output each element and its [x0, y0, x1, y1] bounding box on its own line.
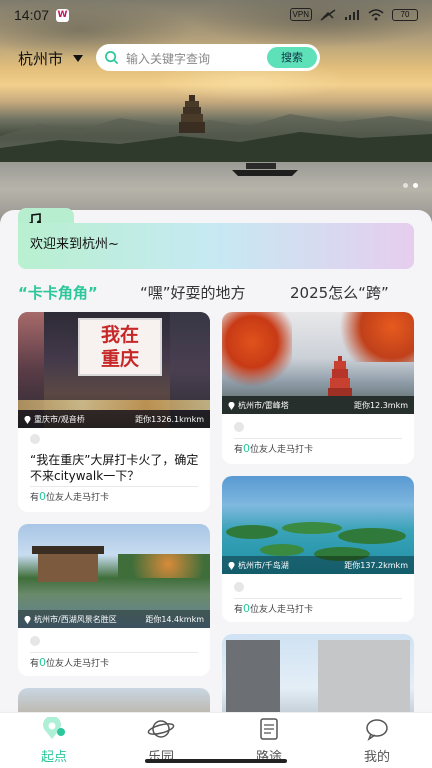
checkin-count: 有0位友人走马打卡	[30, 656, 110, 669]
home-indicator[interactable]	[145, 759, 287, 763]
location-bar: 杭州市/千岛湖 距你137.2kmkm	[222, 556, 414, 574]
carousel-indicator[interactable]	[403, 183, 418, 188]
location-bar: 重庆市/观音桥 距你1326.1kmkm	[18, 410, 210, 428]
nav-item-journey[interactable]: 路途	[229, 717, 309, 765]
hero-banner[interactable]	[0, 0, 432, 230]
location-bar: 杭州市/雷峰塔 距你12.3mkm	[222, 396, 414, 414]
tab-kaka-jiaojiao[interactable]: “卡卡角角”	[18, 282, 98, 303]
city-label: 杭州市	[18, 50, 64, 68]
nav-label: 我的	[363, 750, 390, 765]
carousel-dot-active[interactable]	[413, 183, 418, 188]
post-card-chongqing[interactable]: 我在 重庆 重庆市/观音桥 距你1326.1kmkm “我在重庆”大屏打卡火了，…	[18, 312, 210, 512]
nav-item-start[interactable]: 起点	[14, 715, 94, 765]
avatar	[30, 636, 40, 646]
mountain-silhouette	[0, 114, 432, 166]
location-name: 重庆市/观音桥	[34, 415, 85, 424]
checkin-count: 有0位友人走马打卡	[234, 442, 314, 455]
nav-item-park[interactable]: 乐园	[121, 717, 201, 765]
card-image: 杭州市/雷峰塔 距你12.3mkm	[222, 312, 414, 414]
search-icon	[105, 51, 119, 65]
distance: 距你12.3mkm	[353, 401, 408, 410]
nav-label: 起点	[40, 750, 67, 765]
card-image: 我在 重庆 重庆市/观音桥 距你1326.1kmkm	[18, 312, 210, 428]
card-image	[222, 634, 414, 724]
planet-icon	[147, 720, 175, 738]
city-selector[interactable]: 杭州市	[18, 48, 84, 69]
boat-icon	[232, 163, 298, 176]
avatar	[234, 582, 244, 592]
card-image: 杭州市/西湖风景名胜区 距你14.4kmkm	[18, 524, 210, 628]
tab-new-year-2025[interactable]: 2025怎么“跨”	[290, 282, 389, 303]
welcome-text: 欢迎来到杭州~	[30, 237, 119, 252]
tab-fun-places[interactable]: “嘿”好耍的地方	[140, 282, 246, 303]
notebook-icon	[260, 718, 278, 740]
location-pin-icon	[24, 415, 31, 424]
location-pin-icon	[24, 615, 31, 624]
location-name: 杭州市/千岛湖	[238, 561, 289, 570]
divider	[234, 438, 402, 439]
pin-icon	[43, 715, 65, 739]
divider	[234, 598, 402, 599]
pagoda-icon	[328, 356, 352, 400]
post-card-west-lake[interactable]: 杭州市/西湖风景名胜区 距你14.4kmkm 有0位友人走马打卡	[18, 524, 210, 676]
distance: 距你14.4kmkm	[145, 615, 204, 624]
location-name: 杭州市/西湖风景名胜区	[34, 615, 117, 624]
signal-icon	[320, 8, 336, 21]
post-card-qiandao-lake[interactable]: 杭州市/千岛湖 距你137.2kmkm 有0位友人走马打卡	[222, 476, 414, 622]
welcome-banner[interactable]: 欢迎来到杭州~	[18, 223, 414, 269]
category-tabs: “卡卡角角” “嘿”好耍的地方 2025怎么“跨”	[18, 282, 418, 306]
location-pin-icon	[228, 561, 235, 570]
clock: 14:07	[14, 7, 50, 23]
vpn-badge: VPN	[289, 8, 312, 21]
nav-item-me[interactable]: 我的	[337, 717, 417, 765]
location-bar: 杭州市/西湖风景名胜区 距你14.4kmkm	[18, 610, 210, 628]
sign-billboard: 我在 重庆	[78, 318, 162, 376]
checkin-count: 有0位友人走马打卡	[234, 602, 314, 615]
post-card-partial[interactable]	[222, 634, 414, 724]
checkin-count: 有0位友人走马打卡	[30, 490, 110, 503]
chat-bubble-icon	[366, 719, 388, 741]
distance: 距你1326.1kmkm	[135, 415, 204, 424]
cellular-hd-icon	[345, 9, 359, 20]
divider	[30, 486, 198, 487]
wifi-icon	[368, 8, 384, 20]
status-bar: 14:07 W VPN 70	[0, 0, 432, 30]
caret-down-icon	[73, 55, 84, 62]
pagoda-icon	[179, 95, 205, 133]
battery-icon: 70	[392, 8, 418, 21]
card-title: “我在重庆”大屏打卡火了，确定不来citywalk一下？	[30, 453, 199, 483]
location-name: 杭州市/雷峰塔	[238, 401, 289, 410]
post-card-leifeng-pagoda[interactable]: 杭州市/雷峰塔 距你12.3mkm 有0位友人走马打卡	[222, 312, 414, 464]
card-image: 杭州市/千岛湖 距你137.2kmkm	[222, 476, 414, 574]
avatar	[234, 422, 244, 432]
carousel-dot[interactable]	[403, 183, 408, 188]
search-bar[interactable]: 输入关键字查询 搜索	[96, 44, 320, 71]
location-pin-icon	[228, 401, 235, 410]
app-notification-icon: W	[56, 9, 69, 22]
avatar	[30, 434, 40, 444]
divider	[30, 652, 198, 653]
distance: 距你137.2kmkm	[344, 561, 408, 570]
search-button[interactable]: 搜索	[267, 47, 317, 68]
search-input[interactable]: 输入关键字查询	[126, 50, 210, 67]
